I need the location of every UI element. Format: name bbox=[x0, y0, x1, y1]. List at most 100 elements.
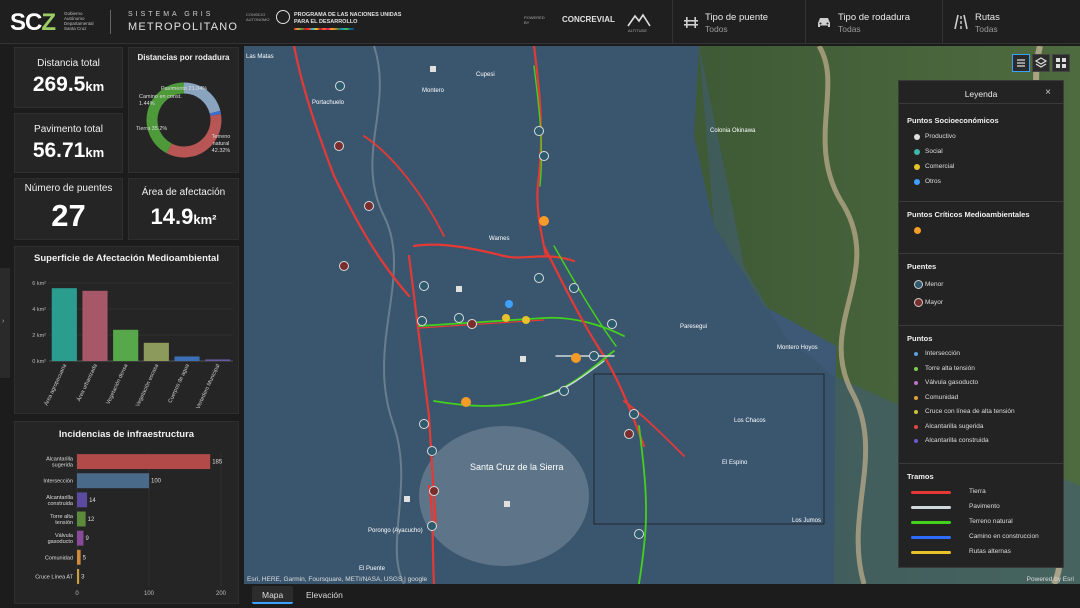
x-tick-label: 100 bbox=[144, 591, 155, 597]
basemap-gallery-icon[interactable] bbox=[1052, 54, 1070, 72]
bar[interactable] bbox=[143, 342, 169, 361]
map-label-montero: Montero bbox=[422, 88, 445, 94]
bar[interactable] bbox=[174, 356, 200, 361]
altitude-logo-text: ALTITUDE bbox=[628, 28, 648, 33]
bar[interactable] bbox=[77, 511, 86, 527]
legend-section-puentes: Puentes Menor Mayor bbox=[899, 253, 1063, 325]
bridge-minor-marker[interactable] bbox=[534, 273, 544, 283]
scz-logo: SCZ bbox=[10, 9, 56, 36]
bridge-minor-marker[interactable] bbox=[454, 313, 464, 323]
critical-point-marker[interactable] bbox=[539, 216, 549, 226]
map-label-portachuelo: Portachuelo bbox=[312, 100, 345, 106]
productive-marker[interactable] bbox=[456, 286, 462, 292]
bridge-minor-marker[interactable] bbox=[419, 281, 429, 291]
bridge-minor-marker[interactable] bbox=[534, 126, 544, 136]
bridge-major-marker[interactable] bbox=[467, 319, 477, 329]
header-bar: SCZ Gobierno Autónomo Departamental Sant… bbox=[0, 0, 1080, 44]
esri-credit[interactable]: Powered by Esri bbox=[1027, 576, 1074, 583]
tramo-terreno-swatch bbox=[911, 521, 951, 524]
stat-card-puentes: Número de puentes 27 bbox=[14, 178, 123, 240]
tab-mapa[interactable]: Mapa bbox=[252, 586, 294, 604]
filter-tipo-puente[interactable]: Tipo de puente Todos bbox=[672, 0, 805, 44]
commercial-marker[interactable] bbox=[502, 314, 510, 322]
productive-marker[interactable] bbox=[430, 66, 436, 72]
bar[interactable] bbox=[77, 473, 149, 489]
bridge-minor-marker[interactable] bbox=[539, 151, 549, 161]
layers-icon[interactable] bbox=[1032, 54, 1050, 72]
bar[interactable] bbox=[51, 288, 77, 361]
stat-card-area: Área de afectación 14.9km² bbox=[128, 178, 239, 240]
bridge-major-marker[interactable] bbox=[334, 141, 344, 151]
bar[interactable] bbox=[205, 359, 231, 361]
bar[interactable] bbox=[77, 492, 88, 508]
legend-item: Intersección bbox=[925, 350, 961, 357]
bridge-major-marker[interactable] bbox=[364, 201, 374, 211]
bar-value-label: 9 bbox=[85, 536, 89, 542]
tab-elevacion[interactable]: Elevación bbox=[296, 586, 353, 604]
stat-value: 14.9km² bbox=[129, 204, 238, 230]
productive-marker[interactable] bbox=[520, 356, 526, 362]
bar[interactable] bbox=[77, 549, 81, 565]
incidencias-bar-chart[interactable]: 0 100 200185Alcantarillasugerida100Interse… bbox=[15, 444, 240, 604]
bar[interactable] bbox=[113, 329, 139, 361]
bridge-minor-marker[interactable] bbox=[417, 316, 427, 326]
bridge-minor-marker[interactable] bbox=[589, 351, 599, 361]
map-label-las-matas: Las Matas bbox=[246, 54, 274, 60]
filter-rutas[interactable]: Rutas Todas bbox=[942, 0, 1080, 44]
legend-item: Pavimento bbox=[969, 503, 1000, 510]
stat-number: 14.9 bbox=[150, 204, 194, 229]
bridge-major-marker[interactable] bbox=[429, 486, 439, 496]
donut-title: Distancias por rodadura bbox=[137, 53, 230, 62]
bridge-major-marker[interactable] bbox=[624, 429, 634, 439]
productive-marker[interactable] bbox=[404, 496, 410, 502]
bar[interactable] bbox=[82, 290, 108, 361]
consejo-logo-text: CONSEJO AUTONOMO bbox=[246, 12, 270, 22]
stat-value: 269.5km bbox=[15, 73, 122, 97]
bridge-minor-marker[interactable] bbox=[559, 386, 569, 396]
donut-slice-camino[interactable] bbox=[209, 110, 222, 116]
bridge-minor-marker[interactable] bbox=[629, 409, 639, 419]
legend-item: Cruce con línea de alta tensión bbox=[925, 408, 1015, 415]
map-label-santa-cruz: Santa Cruz de la Sierra bbox=[470, 462, 564, 472]
crossing-icon bbox=[914, 410, 918, 414]
bar[interactable] bbox=[77, 454, 211, 470]
commercial-marker[interactable] bbox=[522, 316, 530, 324]
bar[interactable] bbox=[77, 568, 80, 584]
bridge-minor-marker[interactable] bbox=[427, 521, 437, 531]
critical-point-marker[interactable] bbox=[461, 397, 471, 407]
filter-label: Tipo de rodadura bbox=[838, 12, 911, 23]
bar-value-label: 5 bbox=[83, 555, 87, 561]
bridge-minor-marker[interactable] bbox=[427, 446, 437, 456]
sidebar-collapse-handle[interactable]: › bbox=[0, 268, 10, 378]
commercial-icon bbox=[914, 164, 920, 170]
bar-value-label: 14 bbox=[89, 498, 96, 504]
stat-card-pavimento: Pavimento total 56.71km bbox=[14, 113, 123, 173]
city-area bbox=[419, 426, 589, 566]
legend-item: Otros bbox=[925, 178, 941, 185]
y-tick-label: Cruce Línea AT bbox=[35, 574, 73, 580]
y-tick-label: Comunidad bbox=[45, 555, 73, 561]
close-icon[interactable]: × bbox=[1045, 87, 1051, 98]
legend-section-heading: Puntos Socioeconómicos bbox=[907, 116, 999, 125]
legend-toggle-icon[interactable] bbox=[1012, 54, 1030, 72]
bridge-major-marker[interactable] bbox=[339, 261, 349, 271]
y-tick-label: gasoducto bbox=[48, 539, 73, 545]
bar[interactable] bbox=[77, 530, 84, 546]
critical-point-marker[interactable] bbox=[571, 353, 581, 363]
bridge-minor-marker[interactable] bbox=[607, 319, 617, 329]
bar-value-label: 12 bbox=[88, 517, 95, 523]
bridge-minor-marker[interactable] bbox=[335, 81, 345, 91]
productive-marker[interactable] bbox=[504, 501, 510, 507]
car-icon bbox=[818, 18, 830, 27]
filter-tipo-rodadura[interactable]: Tipo de rodadura Todas bbox=[805, 0, 942, 44]
afectacion-bar-chart[interactable]: 6 km² 4 km² 2 km² 0 km²Área agropecuaria Áre… bbox=[15, 269, 240, 415]
sdg-color-bar bbox=[294, 28, 354, 30]
stat-unit: km bbox=[85, 79, 105, 94]
legend-panel: Leyenda × Puntos Socioeconómicos Product… bbox=[898, 80, 1064, 568]
valve-icon bbox=[914, 381, 918, 385]
map-attribution[interactable]: Esri, HERE, Garmin, Foursquare, METI/NAS… bbox=[247, 576, 427, 583]
info-point-marker[interactable] bbox=[505, 300, 513, 308]
bridge-minor-marker[interactable] bbox=[634, 529, 644, 539]
bridge-minor-marker[interactable] bbox=[569, 283, 579, 293]
bridge-minor-marker[interactable] bbox=[419, 419, 429, 429]
